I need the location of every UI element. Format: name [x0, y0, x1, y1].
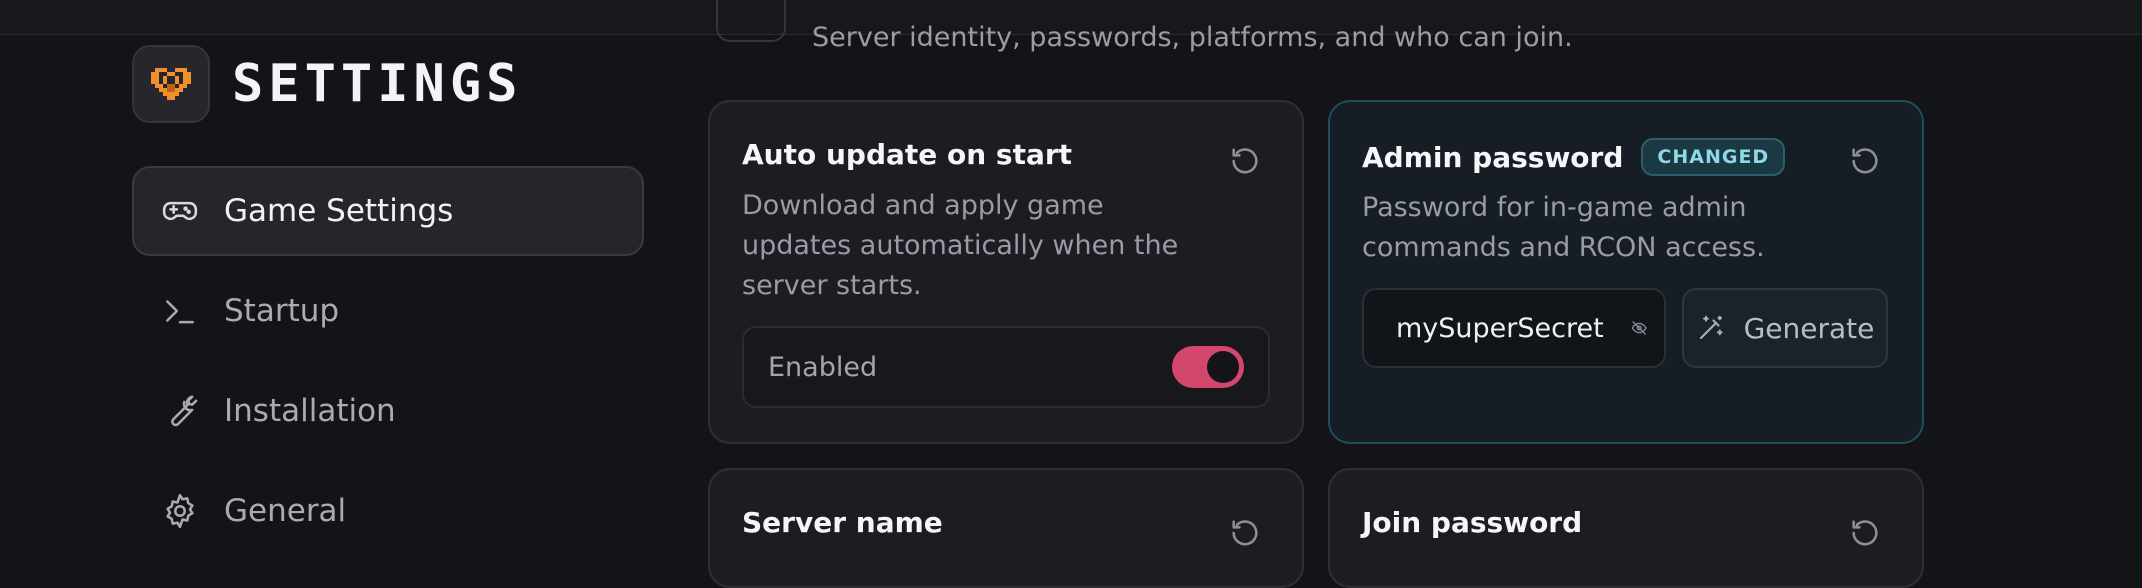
card-title: Auto update on start [742, 138, 1073, 171]
auto-update-card: Auto update on start Download and apply … [708, 100, 1304, 444]
card-title: Admin password [1362, 140, 1624, 174]
section-icon [716, 0, 786, 42]
admin-password-card: Admin password CHANGED Password for in-g… [1328, 100, 1924, 444]
page-title: SETTINGS [232, 54, 523, 114]
sidebar-nav: Game Settings Startup Installation Gener… [132, 166, 644, 566]
generate-button[interactable]: Generate [1682, 288, 1888, 368]
join-password-card: Join password [1328, 468, 1924, 588]
toggle-label: Enabled [768, 351, 878, 383]
card-title: Join password [1362, 506, 1583, 539]
reset-icon[interactable] [1228, 144, 1262, 178]
eye-off-icon[interactable] [1630, 313, 1648, 343]
generate-label: Generate [1743, 311, 1875, 345]
sidebar-item-general[interactable]: General [132, 466, 644, 556]
sidebar-item-label: General [224, 493, 347, 529]
reset-icon[interactable] [1848, 516, 1882, 550]
reset-icon[interactable] [1228, 516, 1262, 550]
sidebar-item-label: Game Settings [224, 193, 454, 229]
enabled-toggle-row: Enabled [742, 326, 1270, 408]
heart-pixel-icon [132, 45, 210, 123]
wrench-icon [160, 391, 200, 431]
server-name-card: Server name [708, 468, 1304, 588]
sidebar-item-game-settings[interactable]: Game Settings [132, 166, 644, 256]
enabled-toggle[interactable] [1172, 346, 1244, 388]
gear-icon [160, 491, 200, 531]
card-description: Password for in-game admin commands and … [1362, 192, 1765, 263]
sidebar-item-startup[interactable]: Startup [132, 266, 644, 356]
password-value: mySuperSecret [1396, 312, 1604, 344]
gamepad-icon [160, 191, 200, 231]
reset-icon[interactable] [1848, 144, 1882, 178]
sidebar-item-installation[interactable]: Installation [132, 366, 644, 456]
changed-badge: CHANGED [1641, 138, 1786, 176]
sidebar-item-label: Installation [224, 393, 396, 429]
card-title: Server name [742, 506, 943, 539]
section-subtitle: Server identity, passwords, platforms, a… [812, 22, 1573, 53]
card-description: Download and apply game updates automati… [742, 190, 1179, 301]
admin-password-input[interactable]: mySuperSecret [1362, 288, 1666, 368]
magic-wand-icon [1699, 315, 1723, 340]
terminal-prompt-icon [160, 291, 200, 331]
brand: SETTINGS [132, 45, 522, 123]
sidebar-item-label: Startup [224, 293, 340, 329]
